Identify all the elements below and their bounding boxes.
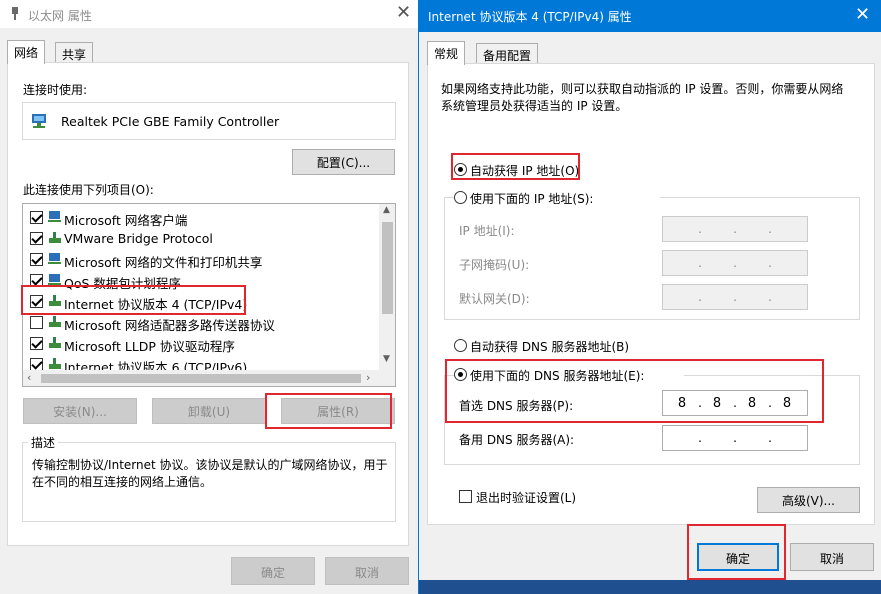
item-checkbox[interactable] — [30, 316, 43, 329]
list-vertical-scrollbar[interactable]: ▲ ▼ — [379, 204, 395, 370]
item-checkbox[interactable] — [30, 337, 43, 350]
service-icon — [48, 274, 61, 285]
left-ok-button[interactable]: 确定 — [231, 557, 315, 585]
alternate-dns-label: 备用 DNS 服务器(A): — [459, 433, 575, 447]
right-cancel-button[interactable]: 取消 — [790, 543, 874, 571]
items-label: 此连接使用下列项目(O): — [23, 183, 154, 197]
list-horizontal-scrollbar[interactable]: ‹ › — [23, 370, 395, 386]
uninstall-button[interactable]: 卸载(U) — [152, 398, 266, 424]
left-window-title: 以太网 属性 — [28, 9, 92, 23]
ip-address-label: IP 地址(I): — [459, 224, 515, 238]
ipv4-properties-window: Internet 协议版本 4 (TCP/IPv4) 属性 ✕ 常规 备用配置 … — [418, 0, 881, 594]
manual-dns-radio[interactable] — [454, 368, 467, 381]
adapter-name: Realtek PCIe GBE Family Controller — [61, 114, 280, 129]
right-ok-button[interactable]: 确定 — [697, 543, 779, 571]
manual-ip-radio[interactable] — [454, 191, 467, 204]
connect-using-label: 连接时使用: — [23, 83, 88, 97]
preferred-dns-input[interactable]: 8 . 8 . 8 . 8 — [662, 390, 808, 416]
item-checkbox[interactable] — [30, 274, 43, 287]
service-icon — [48, 253, 61, 264]
tab-alternate-config[interactable]: 备用配置 — [476, 43, 539, 65]
manual-ip-option[interactable]: 使用下面的 IP 地址(S): — [454, 190, 660, 206]
scroll-right-icon[interactable]: › — [366, 371, 370, 384]
network-plug-icon — [12, 7, 18, 20]
items-list[interactable]: Microsoft 网络客户端 VMware Bridge Protocol M… — [22, 203, 396, 387]
advanced-button[interactable]: 高级(V)... — [757, 487, 860, 513]
network-adapter-icon — [32, 114, 46, 128]
scroll-thumb-horizontal[interactable] — [41, 374, 361, 383]
dns-server-group — [444, 375, 860, 465]
desktop-background-strip — [419, 580, 881, 594]
tab-sharing[interactable]: 共享 — [55, 42, 94, 64]
configure-button[interactable]: 配置(C)... — [292, 149, 395, 175]
subnet-mask-input[interactable]: ... — [662, 250, 808, 276]
item-checkbox[interactable] — [30, 232, 43, 245]
item-checkbox[interactable] — [30, 295, 43, 308]
description-text: 传输控制协议/Internet 协议。该协议是默认的广域网络协议，用于在不同的相… — [32, 458, 388, 489]
right-close-icon[interactable]: ✕ — [855, 4, 870, 25]
scroll-thumb[interactable] — [382, 222, 393, 314]
left-close-icon[interactable]: ✕ — [396, 2, 411, 23]
general-tab-panel: 如果网络支持此功能，则可以获取自动指派的 IP 设置。否则，你需要从网络系统管理… — [427, 63, 875, 525]
validate-settings-checkbox[interactable] — [459, 490, 472, 503]
scroll-down-icon[interactable]: ▼ — [383, 354, 390, 364]
tab-general[interactable]: 常规 — [427, 41, 466, 65]
scroll-up-icon[interactable]: ▲ — [383, 205, 390, 215]
adapter-box: Realtek PCIe GBE Family Controller — [22, 102, 396, 140]
protocol-icon — [49, 337, 61, 348]
protocol-icon — [49, 232, 61, 243]
network-tab-panel: 连接时使用: Realtek PCIe GBE Family Controlle… — [7, 62, 409, 546]
default-gateway-input[interactable]: ... — [662, 284, 808, 310]
left-title-bar[interactable]: 以太网 属性 ✕ — [0, 0, 418, 28]
intro-text: 如果网络支持此功能，则可以获取自动指派的 IP 设置。否则，你需要从网络系统管理… — [441, 82, 844, 113]
preferred-dns-label: 首选 DNS 服务器(P): — [459, 399, 574, 413]
tab-network[interactable]: 网络 — [7, 40, 46, 64]
install-button[interactable]: 安装(N)... — [23, 398, 137, 424]
protocol-icon — [49, 316, 61, 327]
protocol-icon — [49, 295, 61, 306]
client-icon — [48, 211, 61, 222]
auto-ip-radio[interactable] — [454, 163, 467, 176]
right-window-title: Internet 协议版本 4 (TCP/IPv4) 属性 — [428, 10, 632, 24]
default-gateway-label: 默认网关(D): — [459, 292, 530, 306]
right-title-bar[interactable]: Internet 协议版本 4 (TCP/IPv4) 属性 ✕ — [419, 0, 881, 32]
protocol-icon — [49, 358, 61, 369]
subnet-mask-label: 子网掩码(U): — [459, 258, 530, 272]
item-checkbox[interactable] — [30, 253, 43, 266]
ip-address-input[interactable]: ... — [662, 216, 808, 242]
manual-dns-option[interactable]: 使用下面的 DNS 服务器地址(E): — [454, 367, 684, 383]
auto-dns-radio[interactable] — [454, 339, 467, 352]
description-label: 描述 — [28, 434, 59, 451]
scroll-left-icon[interactable]: ‹ — [27, 371, 31, 384]
properties-button[interactable]: 属性(R) — [281, 398, 395, 424]
ethernet-properties-window: 以太网 属性 ✕ 网络 共享 连接时使用: Realtek PCIe GBE F… — [0, 0, 418, 594]
left-cancel-button[interactable]: 取消 — [325, 557, 409, 585]
alternate-dns-input[interactable]: ... — [662, 425, 808, 451]
item-checkbox[interactable] — [30, 211, 43, 224]
items-list-content: Microsoft 网络客户端 VMware Bridge Protocol M… — [23, 204, 379, 375]
